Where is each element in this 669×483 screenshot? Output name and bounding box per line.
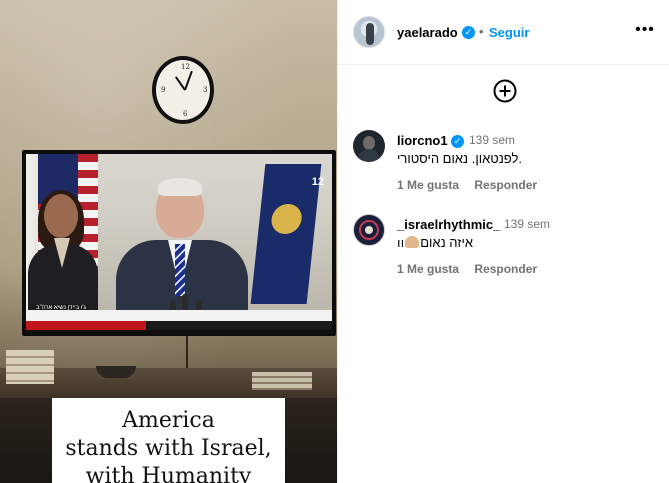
more-options-icon[interactable]: ••• — [635, 22, 655, 42]
commenter-username[interactable]: liorcno1 — [397, 133, 448, 148]
comment-actions: 1 Me gusta Responder — [397, 262, 549, 276]
tv-ticker-red — [26, 321, 146, 330]
caption-line: America — [122, 408, 215, 433]
comment-text: ıı איזה נאום — [397, 235, 473, 250]
author-username[interactable]: yaelarado — [397, 25, 458, 40]
follow-button[interactable]: Seguir — [489, 25, 529, 40]
books-stack — [6, 350, 54, 384]
wall-clock: 12 3 6 9 — [152, 56, 214, 124]
television: 12 ג'ו ביידן נשיא ארה"ב — [22, 150, 336, 336]
like-count[interactable]: 1 Me gusta — [397, 178, 459, 192]
tv-cable — [186, 336, 188, 368]
commenter-avatar[interactable] — [353, 130, 385, 162]
commenter-avatar[interactable] — [353, 214, 385, 246]
verified-badge-icon: ✓ — [462, 26, 475, 39]
channel-logo: 12 — [311, 176, 324, 188]
separator-dot: • — [479, 24, 484, 39]
author-avatar[interactable] — [353, 16, 385, 48]
presidential-flag — [250, 164, 322, 304]
books-stack-right — [252, 372, 312, 390]
like-count[interactable]: 1 Me gusta — [397, 262, 459, 276]
reply-button[interactable]: Responder — [474, 178, 537, 192]
caption-line: stands with Israel, — [65, 436, 272, 461]
comment-actions: 1 Me gusta Responder — [397, 178, 549, 192]
overlay-caption-card: America stands with Israel, with Humanit… — [52, 398, 285, 483]
comment-time[interactable]: 139 sem — [469, 133, 515, 147]
tv-screen: 12 ג'ו ביידן נשיא ארה"ב — [26, 154, 332, 330]
caption-line: with Humanity — [85, 464, 252, 483]
plus-circle-icon[interactable] — [493, 79, 517, 103]
verified-badge-icon: ✓ — [451, 135, 464, 148]
comment-time[interactable]: 139 sem — [504, 217, 550, 231]
bowl — [96, 366, 136, 378]
post-sidebar: yaelarado ✓ • Seguir ••• liorcno1 ✓ 139 … — [337, 0, 669, 483]
post-media[interactable]: 12 3 6 9 12 ג'ו ביידן נשיא ארה"ב America… — [0, 0, 337, 483]
tv-ticker-dark — [146, 321, 332, 330]
flexed-biceps-icon — [405, 236, 420, 248]
commenter-username[interactable]: _israelrhythmic_ — [397, 217, 500, 232]
comment-item: liorcno1 ✓ 139 sem לפנטאון. נאום היסטורי… — [338, 126, 669, 206]
comment-text-main: איזה נאום — [420, 235, 473, 250]
comment-item: _israelrhythmic_ 139 sem ıı איזה נאום 1 M… — [338, 210, 669, 290]
post-header: yaelarado ✓ • Seguir ••• — [338, 0, 669, 65]
comment-text-prefix: ıı — [397, 235, 405, 250]
comment-text: לפנטאון. נאום היסטורי. — [397, 151, 522, 166]
reply-button[interactable]: Responder — [474, 262, 537, 276]
